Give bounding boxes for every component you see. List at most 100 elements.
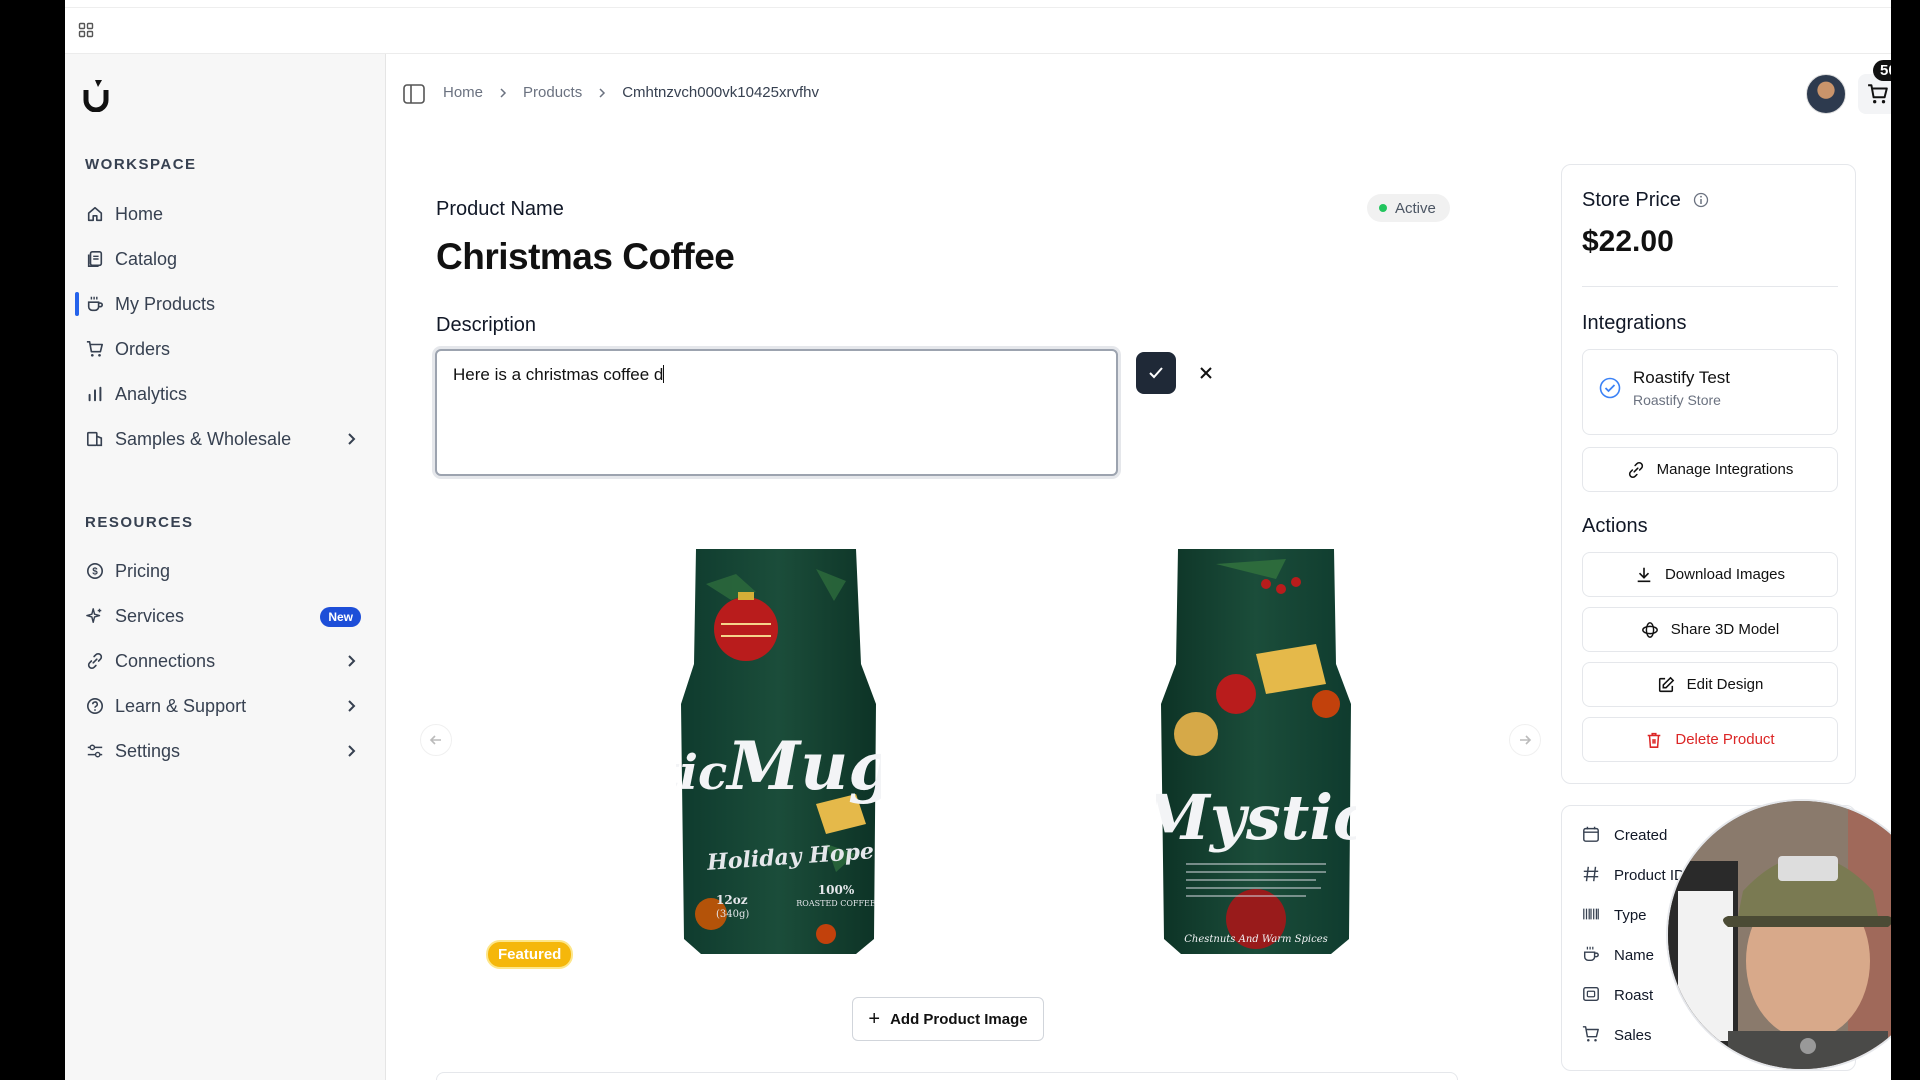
- plus-icon: +: [868, 1007, 881, 1030]
- sidebar-item-connections[interactable]: Connections: [65, 641, 385, 681]
- product-image-front[interactable]: ticMug Holiday Hope 12oz (340g) 100% ROA…: [676, 544, 881, 964]
- link-icon: [85, 651, 105, 671]
- chevron-right-icon: [348, 655, 356, 667]
- description-text: Here is a christmas coffee d: [453, 365, 664, 384]
- dollar-circle-icon: $: [85, 561, 105, 581]
- add-image-label: Add Product Image: [890, 1010, 1028, 1028]
- right-panel: Store Price $22.00 Integrations Roastify…: [1561, 164, 1856, 784]
- sidebar-item-label: Settings: [115, 740, 181, 761]
- sidebar-item-orders[interactable]: Orders: [65, 329, 385, 369]
- download-images-label: Download Images: [1664, 566, 1786, 583]
- download-icon: [1635, 566, 1653, 584]
- meta-row-product-id: Product ID: [1582, 863, 1685, 887]
- rotate-3d-icon: [1641, 621, 1659, 639]
- bar-chart-icon: [85, 384, 105, 404]
- arrow-right-icon: [1520, 735, 1532, 745]
- delete-product-label: Delete Product: [1675, 731, 1775, 748]
- barcode-icon: [1582, 905, 1602, 925]
- trash-icon: [1645, 731, 1663, 749]
- add-product-image-button[interactable]: + Add Product Image: [852, 997, 1044, 1041]
- svg-text:12oz: 12oz: [716, 893, 748, 907]
- sidebar-item-my-products[interactable]: My Products: [65, 284, 385, 324]
- chevron-right-icon: [348, 745, 356, 757]
- sidebar-item-settings[interactable]: Settings: [65, 731, 385, 771]
- check-circle-icon: [1599, 377, 1621, 399]
- meta-row-name: Name: [1582, 943, 1654, 967]
- sidebar-toggle-icon[interactable]: [403, 84, 425, 104]
- link-icon: [1627, 461, 1645, 479]
- meta-label: Roast: [1614, 986, 1654, 1004]
- sidebar-item-label: Samples & Wholesale: [115, 428, 292, 449]
- sidebar-item-label: Pricing: [115, 560, 171, 581]
- avatar[interactable]: [1806, 74, 1846, 114]
- breadcrumb-products[interactable]: Products: [523, 84, 582, 101]
- cart-count-badge: 500: [1873, 60, 1891, 81]
- delete-product-button[interactable]: Delete Product: [1582, 717, 1838, 762]
- sidebar-item-home[interactable]: Home: [65, 194, 385, 234]
- sidebar-item-services[interactable]: Services New: [65, 596, 385, 636]
- carousel-prev-button[interactable]: [420, 724, 452, 756]
- description-textarea[interactable]: Here is a christmas coffee d: [435, 349, 1118, 476]
- manage-integrations-button[interactable]: Manage Integrations: [1582, 447, 1838, 492]
- meta-label: Sales: [1614, 1026, 1652, 1044]
- meta-row-sales: Sales: [1582, 1023, 1652, 1047]
- resources-section-label: RESOURCES: [85, 514, 194, 531]
- workspace-section-label: WORKSPACE: [85, 156, 197, 173]
- share-3d-model-button[interactable]: Share 3D Model: [1582, 607, 1838, 652]
- arrow-left-icon: [429, 735, 441, 745]
- store-price-label: Store Price: [1582, 189, 1709, 212]
- top-edge: [65, 0, 1891, 8]
- cancel-description-button[interactable]: [1186, 352, 1226, 394]
- sidebar-item-analytics[interactable]: Analytics: [65, 374, 385, 414]
- app-window: WORKSPACE Home Catalog My Products Order…: [65, 0, 1891, 1080]
- coffee-cup-icon: [85, 294, 105, 314]
- edit-design-label: Edit Design: [1686, 676, 1764, 693]
- integration-store: Roastify Store: [1633, 392, 1721, 408]
- sliders-icon: [85, 741, 105, 761]
- info-icon[interactable]: [1693, 192, 1709, 208]
- sidebar-item-label: Services: [115, 605, 185, 626]
- coffee-cup-icon: [1582, 945, 1602, 965]
- breadcrumb-current: Cmhtnzvch000vk10425xrvfhv: [622, 84, 819, 101]
- meta-label: Name: [1614, 946, 1655, 964]
- cart-icon: [1582, 1025, 1602, 1045]
- meta-label: Product ID: [1614, 866, 1685, 884]
- meta-row-created: Created: [1582, 823, 1667, 847]
- integration-card[interactable]: Roastify Test Roastify Store: [1582, 349, 1838, 435]
- sidebar-item-label: Learn & Support: [115, 695, 247, 716]
- sidebar-item-catalog[interactable]: Catalog: [65, 239, 385, 279]
- product-image-back[interactable]: Mystic Chestnuts And Warm Spices: [1156, 544, 1356, 964]
- svg-text:100%: 100%: [818, 883, 855, 897]
- help-circle-icon: [85, 696, 105, 716]
- edit-design-button[interactable]: Edit Design: [1582, 662, 1838, 707]
- sidebar-item-pricing[interactable]: $ Pricing: [65, 551, 385, 591]
- share-3d-label: Share 3D Model: [1670, 621, 1780, 638]
- meta-row-type: Type: [1582, 903, 1647, 927]
- page-title[interactable]: Christmas Coffee: [436, 236, 735, 278]
- actions-heading: Actions: [1582, 515, 1648, 537]
- description-label: Description: [436, 314, 537, 336]
- chevron-right-icon: [348, 700, 356, 712]
- sidebar-item-label: Catalog: [115, 248, 178, 269]
- grid-icon[interactable]: [78, 22, 94, 38]
- carousel-next-button[interactable]: [1509, 724, 1541, 756]
- cart-icon: [85, 339, 105, 359]
- sidebar-item-samples-wholesale[interactable]: Samples & Wholesale: [65, 419, 385, 459]
- meta-row-roast: Roast: [1582, 983, 1653, 1007]
- home-icon: [85, 204, 105, 224]
- download-images-button[interactable]: Download Images: [1582, 552, 1838, 597]
- close-icon: [1200, 367, 1212, 379]
- app-logo-icon[interactable]: [81, 78, 111, 112]
- meta-label: Type: [1614, 906, 1647, 924]
- sidebar-item-label: Connections: [115, 650, 216, 671]
- sidebar-item-learn-support[interactable]: Learn & Support: [65, 686, 385, 726]
- roast-icon: [1582, 985, 1602, 1005]
- sidebar: WORKSPACE Home Catalog My Products Order…: [65, 54, 386, 1080]
- boxes-icon: [85, 429, 105, 449]
- breadcrumb-home[interactable]: Home: [443, 84, 483, 101]
- catalog-icon: [85, 249, 105, 269]
- integration-name: Roastify Test: [1633, 368, 1731, 387]
- save-description-button[interactable]: [1136, 352, 1176, 394]
- meta-label: Created: [1614, 826, 1668, 844]
- svg-text:$: $: [92, 567, 98, 578]
